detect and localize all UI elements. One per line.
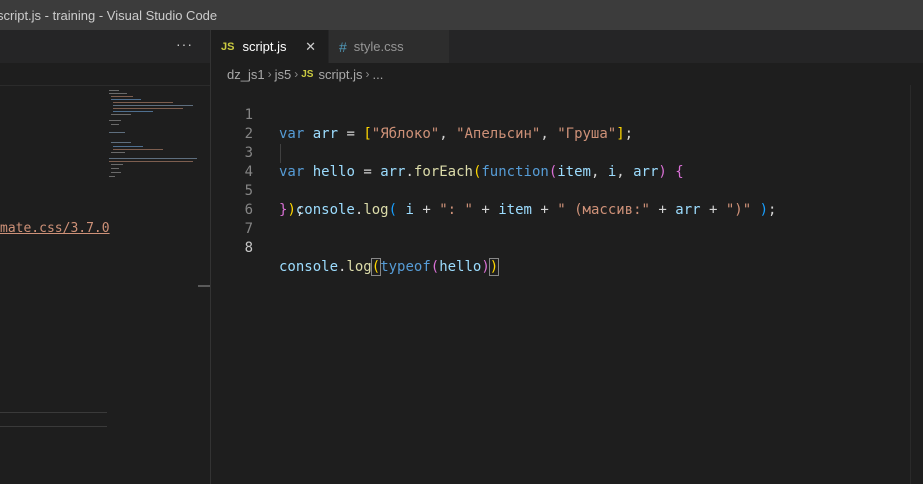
more-actions-button[interactable]: ··· [176,36,193,52]
left-divider-lower [0,412,107,413]
indent-guide [280,144,281,163]
left-editor-group[interactable]: ··· mate.css/3.7.0 [0,30,210,484]
code-line[interactable]: 1 var arr = ["Яблоко", "Апельсин", "Груш… [211,87,923,142]
left-tab-bar: ··· [0,30,210,63]
close-icon[interactable]: ✕ [305,39,316,55]
left-minimap[interactable] [107,86,197,484]
overview-ruler[interactable] [910,85,923,484]
window-titlebar: script.js - training - Visual Studio Cod… [0,0,923,30]
code-line[interactable]: 5 }); [211,163,923,218]
editor-tab-bar: JS script.js ✕ # style.css [211,30,923,63]
cdn-link[interactable]: mate.css/3.7.0 [0,221,110,236]
code-line[interactable]: 3 var hello = arr.forEach(function(item,… [211,125,923,180]
code-area[interactable]: 1 var arr = ["Яблоко", "Апельсин", "Груш… [211,87,923,276]
chevron-right-icon: › [267,67,272,81]
breadcrumb-item-folder[interactable]: dz_js1 [227,67,265,82]
code-line[interactable]: 4 console.log( i + ": " + item + " (масс… [211,144,923,218]
code-line[interactable]: 6 [211,182,923,218]
tab-label: script.js [242,39,287,54]
css-file-icon: # [339,38,347,55]
left-scrollbar-thumb[interactable] [198,285,210,287]
left-divider-lower-2 [0,426,107,427]
chevron-right-icon: › [365,67,370,81]
line-text[interactable]: console.log(typeof(hello)) [279,258,500,277]
window-title: script.js - training - Visual Studio Cod… [0,7,218,23]
breadcrumb: dz_js1 › js5 › JS script.js › ... [211,63,923,85]
javascript-file-icon: JS [301,68,314,80]
breadcrumb-item-file[interactable]: script.js [318,67,362,82]
code-line-current[interactable]: 8 console.log(typeof(hello)) [211,220,923,276]
javascript-file-icon: JS [221,40,235,53]
tab-style-css[interactable]: # style.css [329,30,450,63]
chevron-right-icon: › [294,67,299,81]
line-number: 8 [244,240,253,256]
left-breadcrumb-bar [0,63,210,85]
main-editor-group[interactable]: JS script.js ✕ # style.css dz_js1 › js5 … [211,30,923,484]
code-line[interactable]: 2 [211,106,923,142]
breadcrumb-item-subfolder[interactable]: js5 [275,67,292,82]
breadcrumb-item-symbols[interactable]: ... [373,67,384,82]
code-line[interactable]: 7 [211,201,923,237]
tab-script-js[interactable]: JS script.js ✕ [211,30,329,63]
tab-label: style.css [353,39,404,54]
